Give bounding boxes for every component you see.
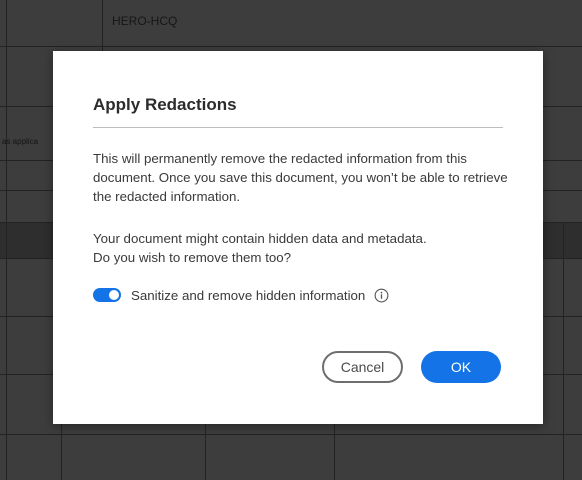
- background-cell-text: as applica: [2, 137, 39, 146]
- hidden-data-line-2: Do you wish to remove them too?: [93, 250, 292, 265]
- background-grid-line: [0, 46, 582, 47]
- title-divider: [93, 127, 503, 128]
- ok-button[interactable]: OK: [421, 351, 501, 383]
- info-icon[interactable]: [374, 288, 389, 303]
- toggle-knob: [109, 290, 119, 300]
- background-grid-line: [563, 222, 564, 480]
- warning-paragraph: This will permanently remove the redacte…: [93, 151, 508, 204]
- sanitize-option-row: Sanitize and remove hidden information: [93, 285, 389, 305]
- sanitize-toggle[interactable]: [93, 288, 121, 302]
- hidden-data-line-1: Your document might contain hidden data …: [93, 231, 427, 246]
- dialog-title: Apply Redactions: [93, 95, 237, 114]
- background-grid-line: [205, 424, 206, 480]
- apply-redactions-dialog: Apply Redactions This will permanently r…: [53, 51, 543, 424]
- sanitize-toggle-label[interactable]: Sanitize and remove hidden information: [131, 288, 365, 303]
- app-window: HERO-HCQ as applica Apply Redactions Thi…: [0, 0, 582, 480]
- background-grid-line: [6, 0, 7, 480]
- background-cell-text: HERO-HCQ: [112, 14, 178, 28]
- hidden-data-paragraph: Your document might contain hidden data …: [93, 229, 513, 267]
- cancel-button[interactable]: Cancel: [322, 351, 403, 383]
- background-grid-line: [334, 424, 335, 480]
- background-grid-line: [0, 434, 582, 435]
